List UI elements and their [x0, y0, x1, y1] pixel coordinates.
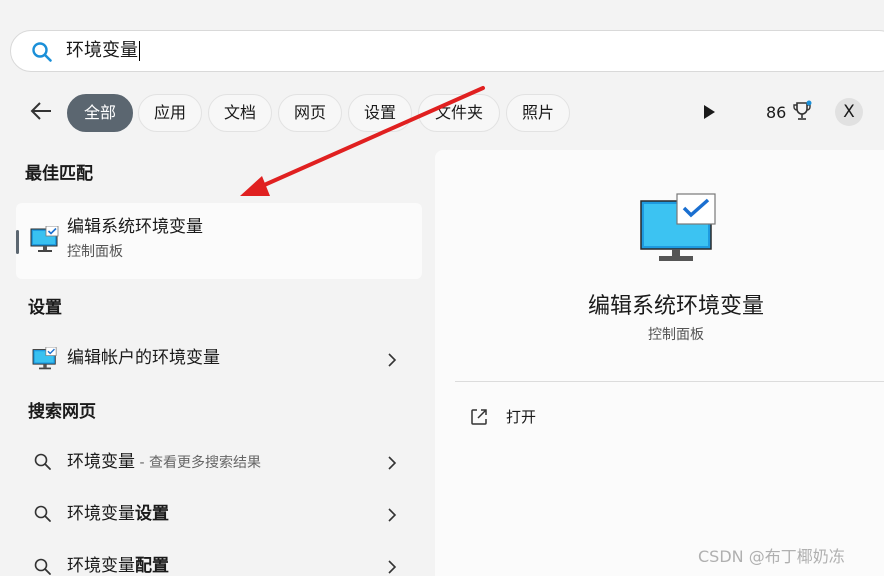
search-icon: [34, 558, 51, 575]
filter-chip-web[interactable]: 网页: [278, 94, 342, 132]
settings-heading: 设置: [28, 298, 62, 318]
search-input[interactable]: 环境变量: [66, 39, 140, 63]
rewards-points: 86: [766, 103, 787, 122]
open-label: 打开: [506, 408, 537, 426]
settings-result-label: 编辑帐户的环境变量: [67, 348, 220, 368]
rewards-trophy-icon[interactable]: [792, 100, 812, 124]
detail-subtitle: 控制面板: [648, 327, 704, 343]
filter-chip-apps[interactable]: 应用: [138, 94, 202, 132]
search-icon: [34, 505, 51, 522]
best-match-card[interactable]: [16, 203, 422, 279]
text-caret: [139, 41, 140, 61]
play-icon[interactable]: [701, 103, 717, 121]
web-result-label: 环境变量设置: [67, 504, 169, 524]
filter-chip-photos[interactable]: 照片: [506, 94, 570, 132]
close-button[interactable]: X: [835, 98, 863, 126]
back-arrow-icon[interactable]: [28, 98, 54, 124]
filter-chip-documents[interactable]: 文档: [208, 94, 272, 132]
open-external-icon: [471, 409, 487, 425]
best-match-subtitle: 控制面板: [67, 244, 123, 260]
search-icon: [34, 453, 51, 470]
best-match-heading: 最佳匹配: [25, 164, 93, 184]
best-match-title: 编辑系统环境变量: [67, 217, 203, 237]
system-properties-icon: [640, 193, 716, 261]
detail-title: 编辑系统环境变量: [587, 294, 764, 319]
system-properties-icon: [30, 226, 59, 252]
watermark: CSDN @布丁椰奶冻: [698, 547, 845, 566]
chevron-right-icon: [388, 456, 397, 470]
web-result-label: 环境变量 - 查看更多搜索结果: [67, 452, 261, 472]
filter-chip-settings[interactable]: 设置: [348, 94, 412, 132]
selection-indicator: [16, 230, 19, 254]
system-properties-icon: [32, 347, 57, 370]
search-bar[interactable]: 环境变量: [10, 30, 884, 72]
detail-divider: [455, 381, 884, 382]
chevron-right-icon: [388, 560, 397, 574]
search-icon: [32, 42, 52, 62]
chevron-right-icon: [388, 508, 397, 522]
web-search-heading: 搜索网页: [28, 402, 96, 422]
filter-chip-folders[interactable]: 文件夹: [418, 94, 500, 132]
web-result-label: 环境变量配置: [67, 556, 169, 576]
filter-chip-all[interactable]: 全部: [67, 94, 133, 132]
chevron-right-icon: [388, 353, 397, 367]
